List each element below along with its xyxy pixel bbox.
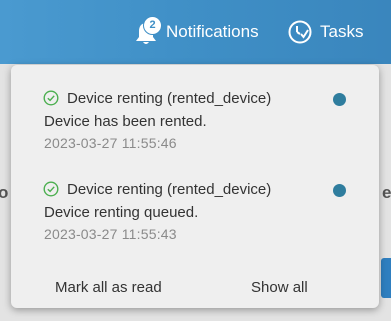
show-all-button[interactable]: Show all bbox=[251, 279, 308, 296]
unread-indicator[interactable] bbox=[333, 93, 346, 106]
background-button[interactable] bbox=[381, 258, 391, 298]
notifications-button[interactable]: 2 Notifications bbox=[133, 14, 259, 50]
notification-message: Device has been rented. bbox=[44, 113, 207, 130]
notification-item[interactable]: Device renting (rented_device) Device re… bbox=[11, 174, 379, 254]
notification-item[interactable]: Device renting (rented_device) Device ha… bbox=[11, 83, 379, 163]
clock-check-icon bbox=[288, 20, 312, 44]
top-navigation-bar: 2 Notifications Tasks bbox=[0, 0, 391, 64]
notifications-count-badge: 2 bbox=[143, 16, 162, 35]
background-text-fragment: e bbox=[382, 183, 391, 202]
unread-indicator[interactable] bbox=[333, 184, 346, 197]
mark-all-read-button[interactable]: Mark all as read bbox=[55, 279, 162, 296]
notifications-label: Notifications bbox=[166, 22, 259, 41]
notification-title: Device renting (rented_device) bbox=[67, 89, 272, 107]
tasks-button[interactable]: Tasks bbox=[287, 14, 363, 50]
notification-title-row: Device renting (rented_device) bbox=[43, 179, 271, 199]
notifications-dropdown: Device renting (rented_device) Device ha… bbox=[11, 65, 379, 308]
tasks-label: Tasks bbox=[320, 22, 364, 41]
notification-message: Device renting queued. bbox=[44, 204, 199, 221]
background-text-fragment: o bbox=[0, 183, 9, 202]
check-circle-icon bbox=[43, 90, 59, 106]
notification-title: Device renting (rented_device) bbox=[67, 180, 272, 198]
notification-title-row: Device renting (rented_device) bbox=[43, 88, 271, 108]
check-circle-icon bbox=[43, 181, 59, 197]
notification-timestamp: 2023-03-27 11:55:43 bbox=[44, 226, 177, 242]
bell-icon: 2 bbox=[133, 16, 162, 47]
notification-timestamp: 2023-03-27 11:55:46 bbox=[44, 135, 177, 151]
